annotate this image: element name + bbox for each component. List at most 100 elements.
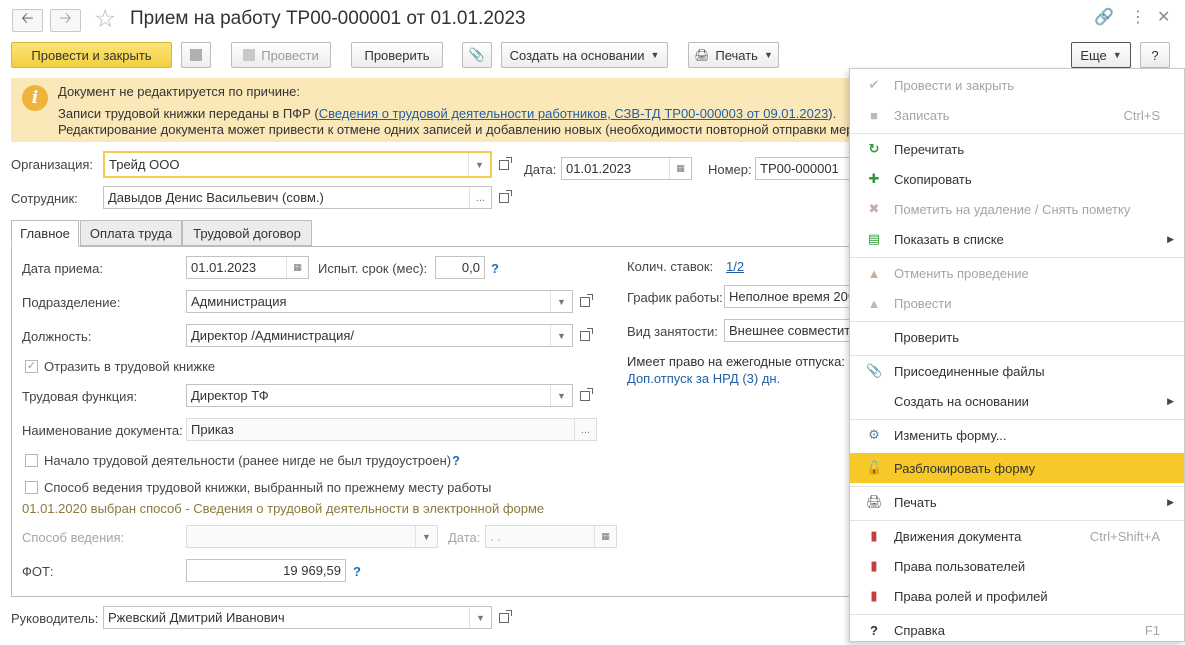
employment-type-field[interactable]: Внешнее совместит: [724, 319, 864, 342]
open-labor-function-button[interactable]: [574, 384, 596, 407]
open-manager-button[interactable]: [493, 606, 515, 629]
department-field[interactable]: Администрация ▼: [186, 290, 573, 313]
tab-main[interactable]: Главное: [11, 220, 79, 247]
document-name-field[interactable]: Приказ ...: [186, 418, 597, 441]
menu-item-show-in-list[interactable]: ▤ Показать в списке ▶: [850, 224, 1184, 254]
menu-item-post[interactable]: ▲ Провести: [850, 288, 1184, 318]
menu-item-save[interactable]: ■ Записать Ctrl+S: [850, 100, 1184, 130]
post-and-close-button[interactable]: Провести и закрыть: [11, 42, 172, 68]
menu-item-label: Провести: [894, 295, 952, 311]
dropdown-icon[interactable]: ▼: [469, 607, 491, 628]
method-label: Способ ведения:: [22, 530, 125, 545]
open-icon: [580, 327, 593, 341]
back-button[interactable]: 🡠: [12, 9, 43, 32]
dropdown-icon[interactable]: ▼: [415, 526, 437, 547]
document-name-value: Приказ: [191, 422, 234, 437]
favorite-star-icon[interactable]: ☆: [94, 4, 116, 34]
menu-item-help[interactable]: ? Справка F1: [850, 615, 1184, 645]
create-based-on-button[interactable]: Создать на основании ▼: [501, 42, 668, 68]
manager-field[interactable]: Ржевский Дмитрий Иванович ▼: [103, 606, 492, 629]
employment-type-value: Внешнее совместит: [729, 323, 851, 338]
position-field[interactable]: Директор /Администрация/ ▼: [186, 324, 573, 347]
start-activity-checkbox[interactable]: [25, 454, 38, 467]
start-activity-label: Начало трудовой деятельности (ранее нигд…: [44, 453, 452, 468]
post-button[interactable]: Провести: [231, 42, 331, 68]
date-field[interactable]: 01.01.2023 ▦: [561, 157, 692, 180]
tab-labor-contract[interactable]: Трудовой договор: [182, 220, 312, 246]
method-date-value: . .: [490, 529, 501, 544]
rates-link[interactable]: 1/2: [726, 259, 744, 274]
labor-function-field[interactable]: Директор ТФ ▼: [186, 384, 573, 407]
book-method-checkbox[interactable]: [25, 481, 38, 494]
menu-item-check[interactable]: Проверить: [850, 322, 1184, 352]
paperclip-icon: 📎: [468, 47, 486, 62]
select-icon[interactable]: ...: [469, 187, 491, 208]
menu-item-mark-delete[interactable]: ✖ Пометить на удаление / Снять пометку: [850, 194, 1184, 224]
menu-item-label: Изменить форму...: [894, 427, 1007, 443]
menu-item-create-based-on[interactable]: Создать на основании ▶: [850, 386, 1184, 416]
method-field[interactable]: ▼: [186, 525, 438, 548]
szv-td-document-link[interactable]: Сведения о трудовой деятельности работни…: [319, 106, 829, 121]
dropdown-icon[interactable]: ▼: [468, 153, 490, 176]
menu-item-label: Пометить на удаление / Снять пометку: [894, 201, 1131, 217]
start-activity-help-icon[interactable]: ?: [452, 453, 460, 468]
menu-item-copy[interactable]: ✚ Скопировать: [850, 164, 1184, 194]
fot-field[interactable]: 19 969,59: [186, 559, 346, 582]
hire-date-field[interactable]: 01.01.2023 ▦: [186, 256, 309, 279]
manager-value: Ржевский Дмитрий Иванович: [108, 610, 285, 625]
select-icon[interactable]: ...: [574, 419, 596, 440]
menu-item-shortcut: F1: [1144, 622, 1160, 638]
dropdown-icon[interactable]: ▼: [550, 291, 572, 312]
vacation-link[interactable]: Доп.отпуск за НРД (3) дн.: [627, 371, 780, 386]
dropdown-icon[interactable]: ▼: [550, 385, 572, 406]
organization-field[interactable]: Трейд ООО ▼: [103, 151, 492, 178]
link-icon[interactable]: 🔗: [1094, 8, 1114, 28]
menu-item-change-form[interactable]: ⚙ Изменить форму...: [850, 420, 1184, 450]
menu-item-post-close[interactable]: ✔ Провести и закрыть: [850, 70, 1184, 100]
menu-item-label: Разблокировать форму: [894, 460, 1036, 476]
probation-help-icon[interactable]: ?: [491, 261, 499, 276]
menu-item-print[interactable]: 🖨 Печать ▶: [850, 487, 1184, 517]
number-field[interactable]: ТР00-000001: [755, 157, 855, 180]
menu-item-label: Справка: [894, 622, 945, 638]
forward-button[interactable]: 🡢: [50, 9, 81, 32]
calendar-icon[interactable]: ▦: [669, 158, 691, 179]
menu-item-role-rights[interactable]: ▮ Права ролей и профилей: [850, 581, 1184, 611]
calendar-icon[interactable]: ▦: [594, 526, 616, 547]
save-button[interactable]: [181, 42, 211, 68]
menu-item-user-rights[interactable]: ▮ Права пользователей: [850, 551, 1184, 581]
reflect-in-book-checkbox[interactable]: ✓: [25, 360, 38, 373]
print-button[interactable]: 🖨 Печать ▼: [688, 42, 779, 68]
menu-item-cancel-post[interactable]: ▲ Отменить проведение: [850, 258, 1184, 288]
probation-field[interactable]: 0,0: [435, 256, 485, 279]
post-icon: [243, 49, 256, 61]
calendar-icon[interactable]: ▦: [286, 257, 308, 278]
tab-salary[interactable]: Оплата труда: [80, 220, 182, 246]
menu-item-attached-files[interactable]: 📎 Присоединенные файлы: [850, 356, 1184, 386]
schedule-value: Неполное время 20ч: [729, 289, 855, 304]
fot-help-icon[interactable]: ?: [353, 564, 361, 579]
open-position-button[interactable]: [574, 324, 596, 347]
post-icon: ▲: [867, 295, 881, 311]
menu-item-unlock-form[interactable]: 🔓 Разблокировать форму: [850, 453, 1184, 483]
check-button[interactable]: Проверить: [351, 42, 443, 68]
menu-item-reread[interactable]: ↻ Перечитать: [850, 134, 1184, 164]
open-icon: [499, 609, 512, 623]
unlock-icon: 🔓: [866, 460, 883, 475]
employee-field[interactable]: Давыдов Денис Васильевич (совм.) ...: [103, 186, 492, 209]
manager-label: Руководитель:: [11, 611, 99, 626]
form-settings-icon: ⚙: [868, 427, 880, 442]
close-icon[interactable]: ✕: [1157, 8, 1170, 28]
method-date-field[interactable]: . . ▦: [485, 525, 617, 548]
schedule-field[interactable]: Неполное время 20ч: [724, 285, 864, 308]
help-button[interactable]: ?: [1140, 42, 1170, 68]
open-organization-button[interactable]: [493, 153, 515, 176]
more-button[interactable]: Еще ▼: [1071, 42, 1131, 68]
attach-files-button[interactable]: 📎: [462, 42, 492, 68]
dropdown-icon[interactable]: ▼: [550, 325, 572, 346]
more-vertical-icon[interactable]: ⋮: [1130, 8, 1146, 28]
menu-item-document-movements[interactable]: ▮ Движения документа Ctrl+Shift+A: [850, 521, 1184, 551]
open-department-button[interactable]: [574, 290, 596, 313]
open-employee-button[interactable]: [493, 186, 515, 209]
number-value: ТР00-000001: [760, 161, 839, 176]
